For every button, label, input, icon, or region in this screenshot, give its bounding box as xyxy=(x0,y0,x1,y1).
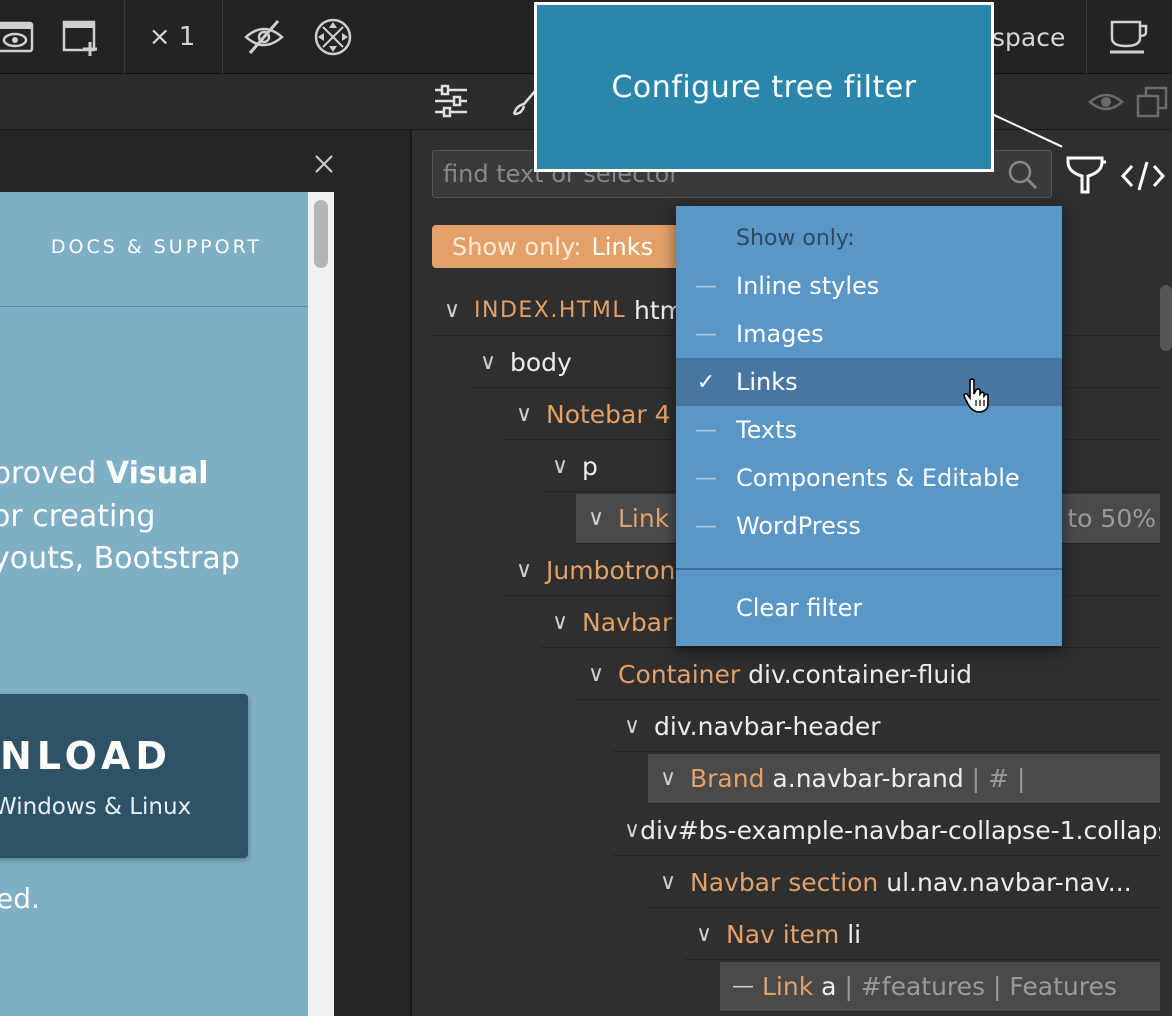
chevron-down-icon[interactable]: ∨ xyxy=(552,610,582,635)
chevron-down-icon[interactable]: ∨ xyxy=(552,454,582,479)
preview-footer-text: ed. xyxy=(0,882,40,915)
active-filter-badge[interactable]: Show only: Links xyxy=(432,225,682,268)
duplicate-icon[interactable] xyxy=(1134,86,1170,120)
workspace-button[interactable]: space xyxy=(992,0,1068,74)
chevron-down-icon[interactable]: ∨ xyxy=(480,350,510,375)
coffee-cup-icon[interactable] xyxy=(1104,0,1152,74)
tree-row-collapse[interactable]: ∨ div#bs-example-navbar-collapse-1.colla… xyxy=(612,806,1160,856)
filter-option-inline-styles[interactable]: — Inline styles xyxy=(676,262,1062,310)
filter-option-texts[interactable]: — Texts xyxy=(676,406,1062,454)
clear-filter-button[interactable]: Clear filter xyxy=(736,594,862,622)
tree-row-navbar-header[interactable]: ∨ div.navbar-header xyxy=(612,702,1160,752)
docs-support-link[interactable]: DOCS & SUPPORT xyxy=(0,236,262,258)
chevron-down-icon[interactable]: ∨ xyxy=(696,922,726,947)
chevron-down-icon[interactable]: ∨ xyxy=(588,662,618,687)
search-icon[interactable] xyxy=(1007,159,1039,191)
mouse-pointer-hand-icon xyxy=(962,378,994,414)
chevron-down-icon[interactable]: ∨ xyxy=(516,402,546,427)
filter-badge-value: Links xyxy=(591,232,654,261)
filter-dropdown-menu: Show only: — Inline styles — Images ✓ Links… xyxy=(676,206,1062,646)
filter-option-components[interactable]: — Components & Editable xyxy=(676,454,1062,502)
code-icon[interactable] xyxy=(1120,158,1166,194)
preview-divider xyxy=(0,306,308,307)
tree-row-nav-item[interactable]: ∨ Nav item li xyxy=(684,910,1160,960)
chevron-down-icon[interactable]: ∨ xyxy=(660,870,690,895)
filter-option-links[interactable]: ✓ Links xyxy=(676,358,1062,406)
zoom-button[interactable]: × 1 xyxy=(140,0,204,74)
filter-funnel-icon[interactable] xyxy=(1064,152,1108,198)
tree-row-link-2[interactable]: — Link a | #features | Features xyxy=(720,962,1160,1012)
close-icon[interactable] xyxy=(308,148,340,180)
preview-scrollbar[interactable] xyxy=(308,192,334,1016)
workspace-label: space xyxy=(992,22,1066,52)
eye-icon[interactable] xyxy=(1088,90,1124,114)
hero-text-line-2: or creating xyxy=(0,499,156,534)
tree-row-navbar-section[interactable]: ∨ Navbar section ul.nav.navbar-nav... xyxy=(648,858,1160,908)
download-sublabel: Windows & Linux xyxy=(0,794,192,820)
download-label: NLOAD xyxy=(0,734,172,778)
filter-option-wordpress[interactable]: — WordPress xyxy=(676,502,1062,550)
tree-row-container[interactable]: ∨ Container div.container-fluid xyxy=(576,650,1160,700)
filter-option-images[interactable]: — Images xyxy=(676,310,1062,358)
chevron-down-icon[interactable]: ∨ xyxy=(516,558,546,583)
dropdown-header: Show only: xyxy=(736,226,855,251)
chevron-down-icon[interactable]: ∨ xyxy=(624,818,640,843)
hero-text-line-3: youts, Bootstrap xyxy=(0,541,240,576)
dropdown-divider xyxy=(676,568,1062,570)
preview-scroll-thumb[interactable] xyxy=(314,200,328,268)
chevron-down-icon[interactable]: ∨ xyxy=(588,506,618,531)
tooltip-text: Configure tree filter xyxy=(611,69,917,105)
filter-badge-key: Show only: xyxy=(452,232,582,261)
chevron-down-icon[interactable]: ∨ xyxy=(660,766,690,791)
hero-text-line-1: proved Visual xyxy=(0,456,209,491)
tree-scroll-thumb[interactable] xyxy=(1160,285,1172,351)
chevron-down-icon[interactable]: ∨ xyxy=(624,714,654,739)
settings-sliders-icon[interactable] xyxy=(432,82,470,120)
zoom-label: × 1 xyxy=(148,22,196,52)
page-preview[interactable] xyxy=(0,192,308,1016)
tree-row-brand[interactable]: ∨ Brand a.navbar-brand | # | xyxy=(648,754,1160,804)
new-page-icon[interactable] xyxy=(58,0,104,74)
hide-icon[interactable] xyxy=(240,0,288,74)
preview-eye-icon[interactable] xyxy=(0,0,38,74)
tooltip: Configure tree filter xyxy=(534,2,994,172)
selector-target-icon[interactable] xyxy=(310,0,356,74)
chevron-down-icon[interactable]: ∨ xyxy=(444,298,474,323)
check-icon: ✓ xyxy=(696,369,716,395)
dash-icon: — xyxy=(732,974,754,999)
